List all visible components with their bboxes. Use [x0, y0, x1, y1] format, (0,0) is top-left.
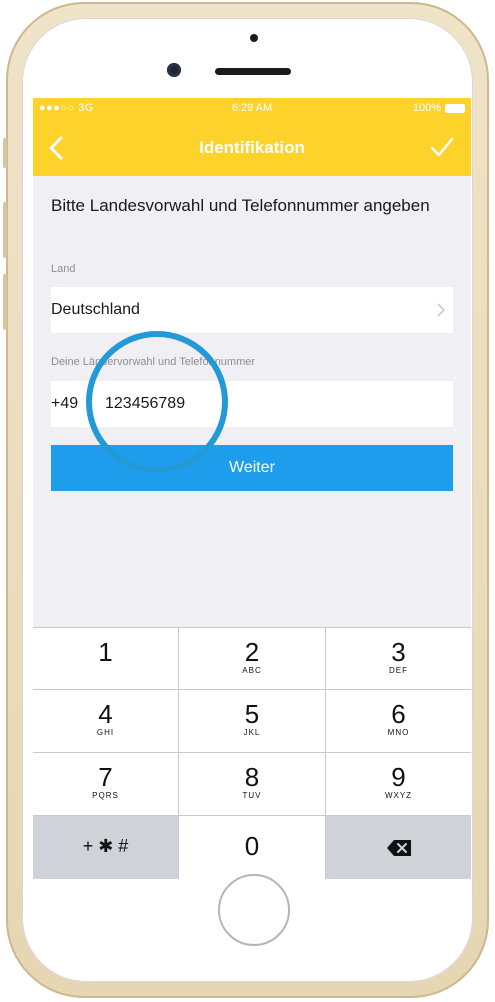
key-9[interactable]: 9 WXYZ: [326, 753, 471, 815]
battery-percent: 100%: [412, 102, 441, 114]
chevron-right-icon: [437, 303, 445, 317]
key-7[interactable]: 7 PQRS: [33, 753, 178, 815]
front-camera: [167, 63, 181, 77]
checkmark-icon[interactable]: [429, 134, 455, 160]
key-digit: 6: [391, 699, 406, 729]
mute-switch: [3, 138, 7, 168]
status-time: 6:29 AM: [231, 102, 273, 114]
key-6[interactable]: 6 MNO: [326, 690, 471, 752]
country-code: +49: [51, 395, 79, 412]
highlight-circle: [86, 331, 228, 473]
key-letters: PQRS: [92, 791, 119, 800]
key-digit: 8: [244, 762, 260, 792]
key-digit: 1: [98, 637, 113, 667]
app-screen: ●●●○○ 3G 6:29 AM 100% Identifikation Bit…: [33, 98, 471, 879]
earpiece-speaker: [215, 68, 291, 75]
key-letters: GHI: [96, 728, 115, 737]
key-letters: MNO: [387, 728, 410, 737]
key-2[interactable]: 2 ABC: [179, 628, 325, 689]
country-value: Deutschland: [51, 301, 140, 318]
key-digit: 0: [244, 831, 260, 861]
key-5[interactable]: 5 JKL: [179, 690, 325, 752]
key-3[interactable]: 3 DEF: [326, 628, 471, 689]
home-button[interactable]: [218, 874, 290, 946]
volume-up-button: [3, 202, 7, 258]
symbols-label: + ✱ #: [82, 836, 129, 856]
key-letters: TUV: [242, 791, 262, 800]
key-0[interactable]: 0: [179, 816, 325, 879]
key-digit: 7: [98, 762, 113, 792]
numeric-keypad: 1 2 ABC 3 DEF 4 GHI 5 JKL 6 MNO 7 PQRS 8: [33, 627, 471, 879]
key-8[interactable]: 8 TUV: [179, 753, 325, 815]
delete-key[interactable]: [326, 816, 471, 879]
key-letters: DEF: [389, 666, 408, 675]
key-digit: 3: [391, 637, 406, 667]
key-digit: 2: [244, 637, 260, 667]
country-label: Land: [51, 263, 76, 275]
navigation-bar: Identifikation: [33, 120, 471, 176]
key-letters: ABC: [242, 666, 262, 675]
key-digit: 5: [244, 699, 260, 729]
key-digit: 9: [391, 762, 406, 792]
symbols-key[interactable]: + ✱ #: [33, 816, 178, 879]
instruction-text: Bitte Landesvorwahl und Telefonnummer an…: [51, 196, 430, 215]
key-letters: JKL: [243, 728, 261, 737]
status-bar: ●●●○○ 3G 6:29 AM 100%: [33, 98, 471, 120]
key-letters: WXYZ: [384, 791, 413, 800]
battery-icon: [445, 104, 465, 113]
country-selector[interactable]: Deutschland: [51, 287, 453, 333]
key-4[interactable]: 4 GHI: [33, 690, 178, 752]
key-1[interactable]: 1: [33, 628, 178, 689]
page-title: Identifikation: [199, 138, 305, 157]
key-digit: 4: [98, 699, 113, 729]
volume-down-button: [3, 274, 7, 330]
backspace-icon: [386, 840, 411, 856]
proximity-sensor: [250, 34, 258, 42]
